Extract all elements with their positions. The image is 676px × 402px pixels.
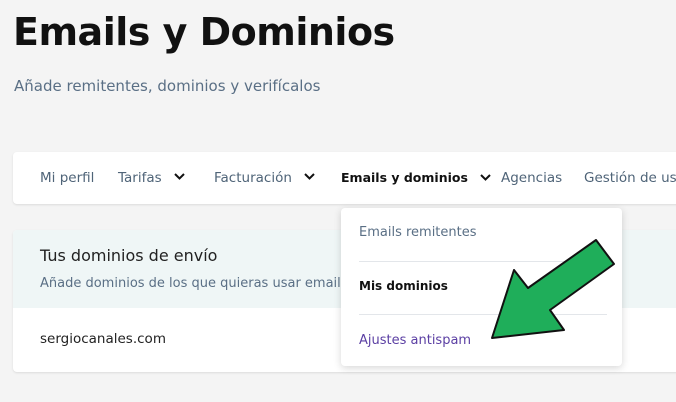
nav-item-label: Agencias bbox=[501, 170, 563, 186]
chevron-down-icon bbox=[480, 173, 491, 181]
nav-item-label: Emails y dominios bbox=[341, 170, 468, 185]
nav-item-label: Gestión de usu bbox=[584, 170, 676, 186]
chevron-down-icon bbox=[304, 173, 315, 180]
dropdown-item-emails-remitentes[interactable]: Emails remitentes bbox=[359, 225, 477, 240]
dropdown-item-ajustes-antispam[interactable]: Ajustes antispam bbox=[359, 333, 471, 348]
nav-item-tarifas[interactable]: Tarifas bbox=[118, 152, 185, 204]
nav-item-gestion-usuarios[interactable]: Gestión de usu bbox=[584, 152, 676, 204]
chevron-down-icon bbox=[174, 173, 185, 180]
nav-item-agencias[interactable]: Agencias bbox=[501, 152, 562, 204]
nav-item-label: Tarifas bbox=[118, 170, 162, 186]
page-subtitle: Añade remitentes, dominios y verifícalos bbox=[14, 77, 321, 95]
nav-item-label: Facturación bbox=[214, 170, 292, 186]
nav-item-mi-perfil[interactable]: Mi perfil bbox=[40, 152, 94, 204]
dropdown-item-mis-dominios[interactable]: Mis dominios bbox=[359, 279, 448, 293]
card-title: Tus dominios de envío bbox=[40, 246, 218, 265]
nav-item-facturacion[interactable]: Facturación bbox=[214, 152, 315, 204]
nav-item-emails-y-dominios[interactable]: Emails y dominios bbox=[341, 152, 491, 204]
card-description: Añade dominios de los que quieras usar e… bbox=[40, 276, 348, 291]
domain-row[interactable]: sergiocanales.com bbox=[40, 331, 166, 347]
nav-item-label: Mi perfil bbox=[40, 170, 95, 186]
arrow-icon bbox=[491, 239, 615, 339]
page-title: Emails y Dominios bbox=[13, 10, 395, 54]
settings-nav: Mi perfil Tarifas Facturación Emails y d… bbox=[13, 152, 676, 204]
